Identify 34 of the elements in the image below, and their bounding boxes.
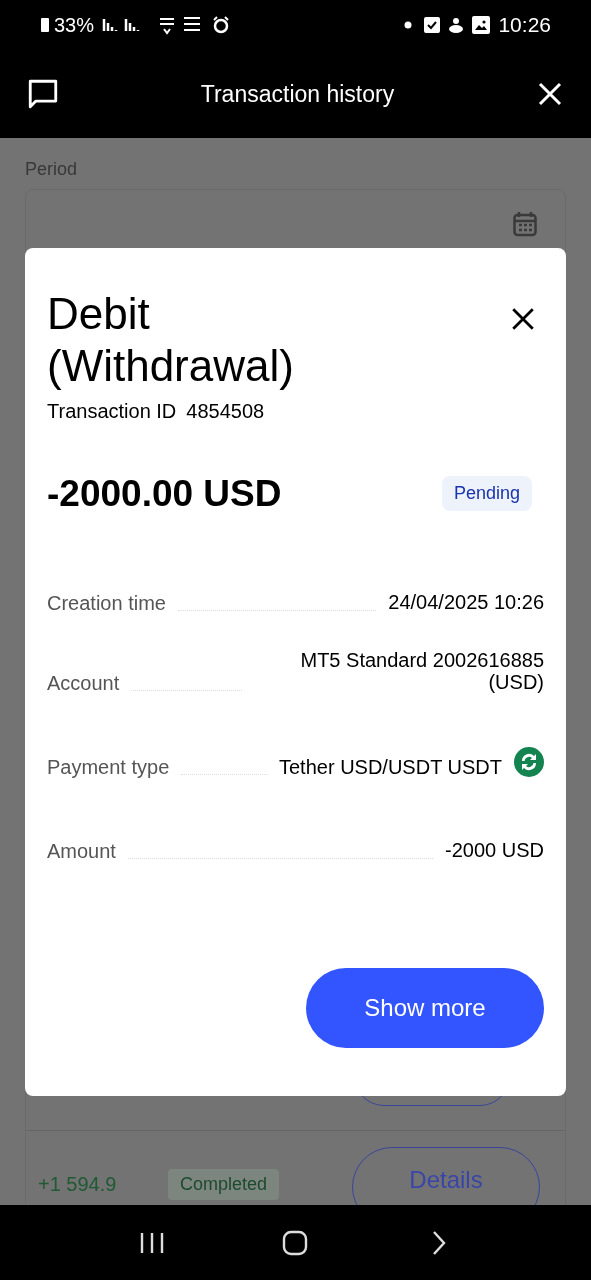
clock: 10:26 (498, 12, 551, 39)
image-icon (472, 16, 491, 34)
recent-apps-icon (138, 1230, 165, 1255)
home-icon (282, 1229, 309, 1256)
chevron-icon (431, 1229, 448, 1256)
dot-icon (404, 21, 413, 29)
dialog-title: Debit (Withdrawal) (47, 288, 295, 392)
page-title: Transaction history (199, 79, 396, 109)
checkbox-icon (424, 17, 441, 33)
detail-label: Account (47, 673, 120, 694)
chat-icon (26, 77, 60, 111)
close-icon (510, 306, 536, 332)
refresh-icon (514, 747, 544, 778)
battery-percent: 33% (54, 13, 95, 38)
period-label: Period (25, 158, 79, 181)
detail-label: Creation time (47, 593, 166, 614)
close-button[interactable] (510, 306, 536, 332)
calendar-icon (513, 211, 537, 237)
transaction-amount: +1 594.9 (38, 1172, 118, 1197)
alarm-icon (212, 16, 231, 34)
transaction-id-label: Transaction ID (47, 398, 177, 424)
transaction-id: 4854508 (186, 398, 265, 424)
detail-label: Payment type (47, 757, 170, 778)
status-badge: Completed (168, 1169, 280, 1200)
detail-label: Amount (47, 841, 116, 862)
detail-value: Tether USD/USDT USDT (279, 757, 502, 778)
show-more-button[interactable]: Show more (306, 968, 544, 1048)
chat-button[interactable] (26, 77, 60, 111)
status-badge: Pending (441, 476, 532, 512)
detail-value: 24/04/2025 10:26 (388, 591, 544, 614)
battery-icon (40, 17, 50, 33)
dialog-amount: -2000.00 USD (47, 471, 282, 516)
detail-value: -2000 USD (445, 839, 544, 862)
detail-value: MT5 Standard 2002616885 (USD) (299, 649, 544, 694)
